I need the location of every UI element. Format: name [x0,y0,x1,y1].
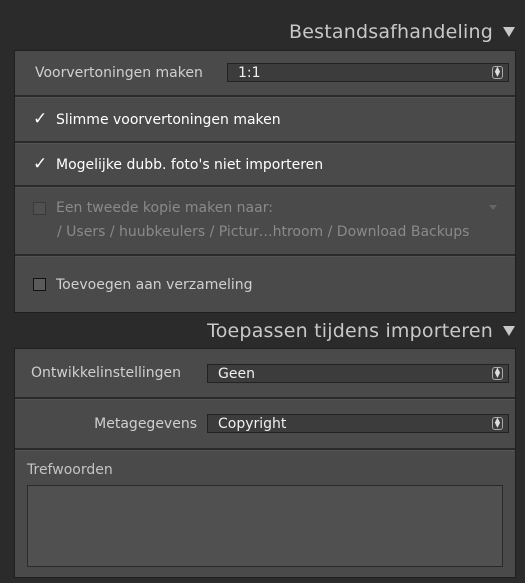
second-copy-path-row: / Users / huubkeulers / Pictur…htroom / … [15,220,515,244]
chevron-down-icon[interactable] [489,205,497,210]
add-collection-label[interactable]: Toevoegen aan verzameling [56,277,253,293]
import-options-panel: Bestandsafhandeling Voorvertoningen make… [0,0,525,583]
select-stepper-icon: ▲ ▼ [492,66,503,79]
section-header-file-handling[interactable]: Bestandsafhandeling [10,14,525,50]
develop-settings-select[interactable]: Geen ▲ ▼ [207,364,509,383]
add-collection-checkbox[interactable] [33,278,46,291]
select-stepper-icon: ▲ ▼ [492,417,503,430]
metadata-select[interactable]: Copyright ▲ ▼ [207,414,509,433]
keywords-label: Trefwoorden [27,462,113,478]
apply-during-import-box: Ontwikkelinstellingen Geen ▲ ▼ Metagegeve… [14,348,516,578]
second-copy-path: / Users / huubkeulers / Pictur…htroom / … [57,224,470,240]
no-duplicates-row[interactable]: ✓ Mogelijke dubb. foto's niet importeren [15,144,515,185]
previews-label: Voorvertoningen maken [35,65,203,81]
no-duplicates-checkbox[interactable]: ✓ [33,156,47,173]
smart-previews-row[interactable]: ✓ Slimme voorvertoningen maken [15,98,515,141]
section-title-file-handling: Bestandsafhandeling [289,21,493,43]
select-stepper-icon: ▲ ▼ [492,367,503,380]
collapse-triangle-icon[interactable] [503,27,515,37]
metadata-label: Metagegevens [94,416,197,432]
file-handling-box: Voorvertoningen maken 1:1 ▲ ▼ ✓ Slimme vo… [14,50,516,313]
previews-value: 1:1 [238,64,261,81]
no-duplicates-label[interactable]: Mogelijke dubb. foto's niet importeren [56,157,323,173]
develop-settings-value: Geen [218,365,255,382]
add-collection-row[interactable]: Toevoegen aan verzameling [15,257,515,312]
metadata-value: Copyright [218,415,287,432]
second-copy-label: Een tweede kopie maken naar: [56,200,273,216]
divider [15,448,515,451]
section-title-apply-during-import: Toepassen tijdens importeren [207,320,493,342]
previews-select[interactable]: 1:1 ▲ ▼ [227,63,509,82]
develop-settings-label: Ontwikkelinstellingen [31,365,182,381]
second-copy-checkbox[interactable] [33,201,46,215]
smart-previews-label[interactable]: Slimme voorvertoningen maken [56,112,281,128]
smart-previews-checkbox[interactable]: ✓ [33,111,47,128]
second-copy-row[interactable]: Een tweede kopie maken naar: [15,196,515,220]
keywords-textarea[interactable] [27,485,503,567]
section-header-apply-during-import[interactable]: Toepassen tijdens importeren [10,313,525,349]
divider [15,185,515,188]
collapse-triangle-icon[interactable] [503,326,515,336]
keywords-row: Trefwoorden [15,457,515,483]
